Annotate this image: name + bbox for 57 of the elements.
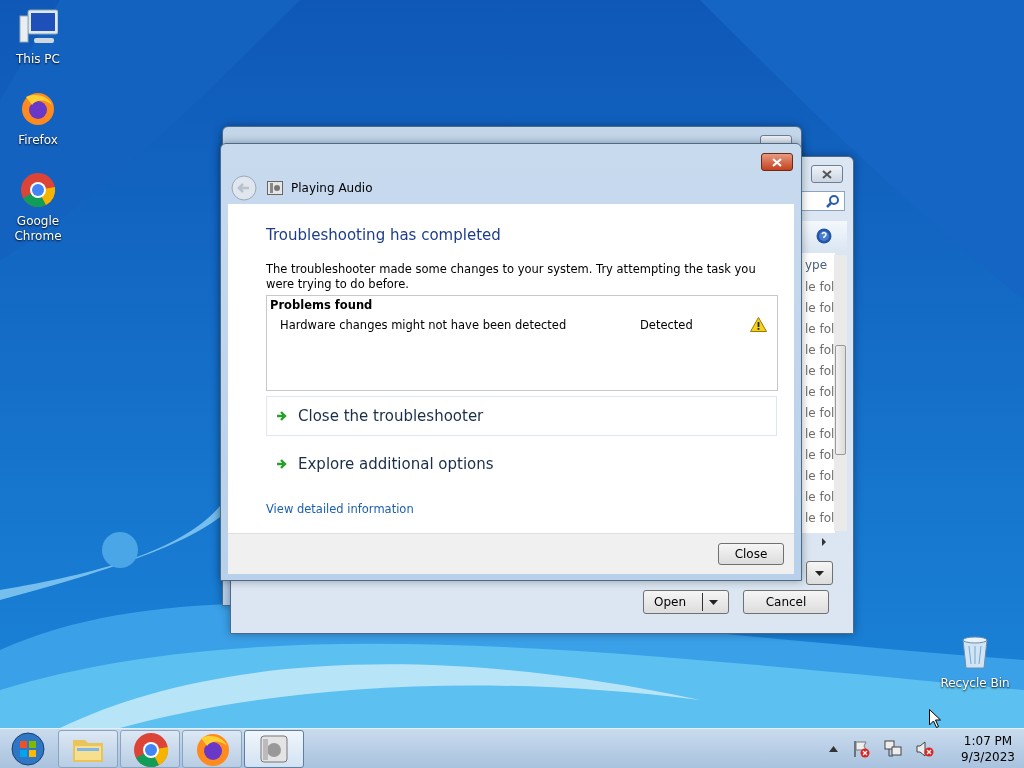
close-button[interactable]	[761, 153, 793, 171]
speaker-box-icon	[267, 181, 283, 195]
flag-icon[interactable]	[852, 739, 870, 758]
table-cell[interactable]: le fol	[802, 445, 835, 466]
arrow-icon	[276, 410, 288, 422]
problem-status: Detected	[640, 317, 694, 332]
taskbar-button[interactable]	[244, 729, 304, 768]
cancel-button[interactable]: Cancel	[743, 590, 829, 614]
window-title: Playing Audio	[291, 181, 373, 195]
search-icon	[826, 194, 840, 208]
table-cell[interactable]: le fol	[802, 319, 835, 340]
description: The troubleshooter made some changes to your system. Try attempting the task you were trying to do before.	[266, 262, 757, 292]
scroll-right-icon[interactable]	[821, 538, 827, 546]
table-cell[interactable]: le fol	[802, 277, 835, 298]
network-icon[interactable]	[884, 739, 902, 758]
table-cell[interactable]: le fol	[802, 466, 835, 487]
desktop-icon-label[interactable]: Firefox	[8, 133, 68, 148]
command-link[interactable]: Explore additional options	[266, 444, 777, 484]
table-cell[interactable]: le fol	[802, 424, 835, 445]
table-cell[interactable]: le fol	[802, 340, 835, 361]
mouse-pointer-icon	[929, 709, 941, 728]
table-cell[interactable]: le fol	[802, 382, 835, 403]
table-cell[interactable]: le fol	[802, 508, 835, 529]
close-icon	[822, 169, 832, 179]
close-button[interactable]	[811, 165, 843, 183]
caret-icon	[815, 570, 824, 576]
problems-header: Problems found	[270, 298, 374, 312]
close-icon	[772, 157, 782, 167]
table-cell[interactable]: le fol	[802, 487, 835, 508]
desktop-icon-label[interactable]: Google Chrome	[8, 214, 68, 244]
problem-name: Hardware changes might not have been detected	[280, 317, 568, 332]
up-arrow-icon[interactable]	[829, 745, 838, 752]
volume-icon[interactable]	[916, 739, 934, 758]
table-cell[interactable]: le fol	[802, 298, 835, 319]
table-cell[interactable]: le fol	[802, 403, 835, 424]
split-button[interactable]: Open	[643, 590, 729, 614]
heading: Troubleshooting has completed	[266, 226, 502, 244]
desktop-icon-label[interactable]: This PC	[8, 52, 68, 67]
warning-icon	[750, 317, 767, 332]
taskbar-button[interactable]	[182, 729, 242, 768]
clock-date[interactable]: 9/3/2023	[952, 748, 1024, 765]
link[interactable]: View detailed information	[266, 502, 414, 516]
caret-icon	[709, 599, 719, 605]
clock-time[interactable]: 1:07 PM	[952, 732, 1024, 749]
help-icon[interactable]	[816, 228, 832, 244]
table-cell[interactable]: le fol	[802, 361, 835, 382]
arrow-icon	[276, 458, 288, 470]
dropdown[interactable]	[806, 561, 833, 585]
scrollbar[interactable]	[834, 255, 847, 531]
start-icon[interactable]	[10, 730, 46, 767]
command-link[interactable]: Close the troubleshooter	[266, 396, 777, 436]
scroll-thumb[interactable]	[835, 345, 846, 455]
chrome-icon[interactable]	[18, 170, 58, 210]
column-header[interactable]: ype	[802, 253, 835, 277]
taskbar-button[interactable]	[120, 729, 180, 768]
close-button[interactable]: Close	[718, 543, 784, 565]
desktop-icon-label[interactable]: Recycle Bin	[931, 676, 1019, 691]
